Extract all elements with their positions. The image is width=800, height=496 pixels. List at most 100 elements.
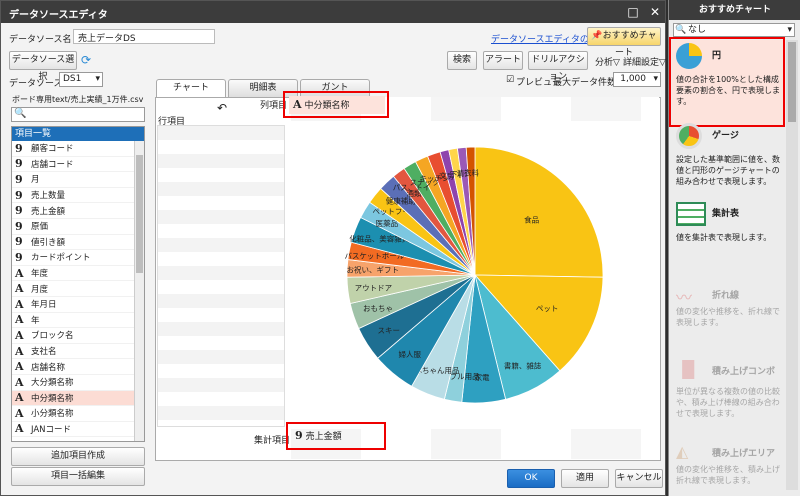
chevron-down-icon: ▾ bbox=[787, 25, 792, 35]
field-item[interactable]: 9 カードポイント bbox=[12, 250, 144, 266]
apply-button[interactable]: 適用 bbox=[561, 469, 609, 488]
text-type-icon: A bbox=[15, 375, 24, 389]
field-item[interactable]: A JANコード bbox=[12, 422, 144, 438]
field-item[interactable]: 9 売上数量 bbox=[12, 188, 144, 204]
ds-select[interactable]: DS1 ▾ bbox=[59, 72, 103, 87]
field-item-label: 中分類名称 bbox=[31, 393, 74, 404]
search-icon: 🔍 bbox=[14, 108, 27, 119]
title-bar: データソースエディタ □ ✕ bbox=[1, 1, 665, 23]
number-type-icon: 9 bbox=[295, 429, 303, 442]
side-scrollbar[interactable] bbox=[786, 40, 798, 490]
field-item-label: 値引き額 bbox=[31, 237, 66, 248]
bulk-edit-button[interactable]: 項目一括編集 bbox=[11, 467, 145, 486]
pie-slice-label: おもちゃ bbox=[363, 304, 393, 313]
field-item-label: 大分類名称 bbox=[31, 378, 74, 389]
field-item[interactable]: 9月 bbox=[12, 172, 144, 188]
field-item[interactable]: A 月度 bbox=[12, 281, 144, 297]
swap-axes-icon[interactable]: ↶ bbox=[217, 101, 227, 115]
search-icon: 🔍 bbox=[675, 25, 687, 35]
ds-label: データソース bbox=[9, 79, 63, 89]
pie-slice-label: 食品 bbox=[524, 214, 539, 224]
chevron-down-icon: ▾ bbox=[95, 74, 100, 84]
gauge-icon bbox=[676, 123, 702, 149]
sum-field-label: 集計項目 bbox=[254, 436, 291, 446]
field-item-label: 月度 bbox=[31, 284, 49, 295]
text-type-icon: A bbox=[15, 282, 24, 296]
alert-button[interactable]: アラート bbox=[483, 51, 523, 70]
field-item[interactable]: 9 値引き額 bbox=[12, 235, 144, 251]
field-item-label: 店舗コード bbox=[31, 159, 74, 170]
analysis-menu[interactable]: 分析▽ bbox=[595, 55, 620, 68]
ds-name-label: データソース名 bbox=[9, 35, 72, 45]
close-icon[interactable]: ✕ bbox=[647, 4, 663, 20]
tab-chart[interactable]: チャート bbox=[156, 79, 226, 98]
ok-button[interactable]: OK bbox=[507, 469, 555, 488]
chart-type-line[interactable]: 〰 折れ線 値の変化や推移を、折れ線で表現します。 bbox=[672, 282, 784, 342]
field-item-label: 支社名 bbox=[31, 347, 57, 358]
preview-checkbox[interactable]: ☑ bbox=[506, 75, 514, 85]
field-item[interactable]: A 大分類名称 bbox=[12, 375, 144, 391]
text-type-icon: A bbox=[15, 391, 24, 405]
chevron-down-icon: ▾ bbox=[653, 74, 658, 84]
chart-filter-select[interactable]: 🔍 なし ▾ bbox=[673, 23, 795, 37]
max-rows-select[interactable]: 1,000 ▾ bbox=[613, 72, 661, 87]
field-item[interactable]: A 支社名 bbox=[12, 344, 144, 360]
number-type-icon: 9 bbox=[15, 188, 23, 202]
item-list-scrollbar[interactable] bbox=[134, 141, 144, 441]
chart-type-stacked-combo[interactable]: ▐▌ 積み上げコンボ 単位が異なる複数の値の比較や、積み上げ棒線の組み合わせで表… bbox=[672, 358, 784, 420]
pie-slice-label: お祝い、ギフト bbox=[346, 265, 399, 275]
pie-slice-label: ペット bbox=[536, 304, 559, 313]
field-item[interactable]: A 中分類名称 bbox=[12, 390, 144, 407]
field-item-label: 売上金額 bbox=[31, 206, 66, 217]
field-item[interactable]: A 年度 bbox=[12, 266, 144, 282]
window-title: データソースエディタ bbox=[9, 10, 108, 21]
recommend-chart-button[interactable]: 📌おすすめチャート bbox=[587, 27, 661, 58]
field-item[interactable]: A 小分類名称 bbox=[12, 406, 144, 422]
drill-action-button[interactable]: ドリルアクション bbox=[528, 51, 588, 82]
sum-field-chip[interactable]: 9 売上金額 bbox=[291, 427, 381, 445]
pie-chart: 食品ペット書籍、雑誌家電テーブル用品赤ちゃん用品婦人服スキーおもちゃアウトドアお… bbox=[344, 146, 604, 404]
column-field-chip[interactable]: A 中分類名称 bbox=[289, 96, 385, 114]
field-item[interactable]: 9 原価 bbox=[12, 219, 144, 235]
highlight-pie-type bbox=[669, 37, 785, 127]
field-item-label: 年度 bbox=[31, 269, 49, 280]
bar-chart-icon: ▐▌ bbox=[676, 360, 701, 379]
text-type-icon: A bbox=[15, 406, 24, 420]
field-item-label: 顧客コード bbox=[31, 144, 74, 155]
chart-type-stacked-area[interactable]: ◭ 積み上げエリア 値の変化や推移を、積み上げ折れ線で表現します。 bbox=[672, 440, 784, 494]
text-type-icon: A bbox=[15, 360, 24, 374]
chart-type-table[interactable]: 集計表 値を集計表で表現します。 bbox=[672, 198, 784, 254]
field-item[interactable]: A 店舗名称 bbox=[12, 359, 144, 375]
ds-name-input[interactable]: 売上データDS bbox=[73, 29, 215, 44]
add-item-button[interactable]: 追加項目作成 bbox=[11, 447, 145, 466]
field-item[interactable]: 9 店舗コード bbox=[12, 157, 144, 173]
select-ds-button[interactable]: データソース選択 bbox=[9, 51, 77, 82]
text-type-icon: A bbox=[15, 328, 24, 342]
number-type-icon: 9 bbox=[15, 157, 23, 171]
text-type-icon: A bbox=[15, 266, 24, 280]
text-type-icon: A bbox=[15, 297, 24, 311]
field-item[interactable]: A年 bbox=[12, 313, 144, 329]
maximize-icon[interactable]: □ bbox=[625, 4, 641, 20]
field-item[interactable]: 9 売上金額 bbox=[12, 203, 144, 219]
search-button[interactable]: 検索 bbox=[447, 51, 477, 70]
ds-path: ボード専用text/売上実績_1万件.csv bbox=[12, 95, 144, 104]
chart-type-gauge[interactable]: ゲージ 設定した基準範囲に値を、数値と円形のゲージチャートの組み合わせで表現しま… bbox=[672, 120, 784, 190]
number-type-icon: 9 bbox=[15, 235, 23, 249]
field-item[interactable]: A 年月日 bbox=[12, 297, 144, 313]
refresh-icon[interactable]: ⟳ bbox=[81, 53, 91, 67]
detail-settings-menu[interactable]: 詳細設定▽ bbox=[623, 55, 666, 68]
field-item[interactable]: A ブロック名 bbox=[12, 328, 144, 344]
text-type-icon: A bbox=[15, 344, 24, 358]
pie-slice[interactable] bbox=[474, 146, 604, 278]
number-type-icon: 9 bbox=[15, 204, 23, 218]
row-field-dropzone[interactable] bbox=[157, 125, 285, 427]
field-item[interactable]: 9 顧客コード bbox=[12, 141, 144, 157]
item-search-input[interactable]: 🔍 bbox=[11, 107, 145, 122]
text-type-icon: A bbox=[15, 422, 24, 436]
table-icon bbox=[676, 202, 706, 226]
cancel-button[interactable]: キャンセル bbox=[615, 469, 663, 488]
text-type-icon: A bbox=[15, 313, 24, 327]
field-item-label: 売上数量 bbox=[31, 191, 66, 202]
line-chart-icon: 〰 bbox=[676, 288, 693, 307]
